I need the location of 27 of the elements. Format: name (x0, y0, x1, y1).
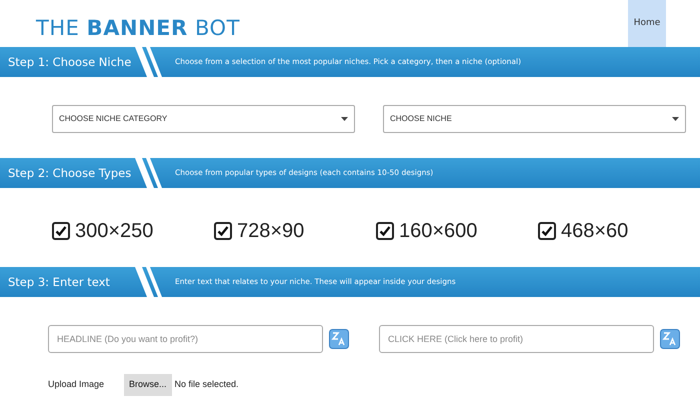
translate-icon[interactable] (660, 329, 680, 349)
checkbox[interactable] (52, 222, 70, 240)
type-label: 728×90 (237, 219, 304, 244)
logo[interactable]: THE BANNER BOT (36, 13, 240, 44)
type-label: 468×60 (561, 219, 628, 244)
checkbox[interactable] (376, 222, 394, 240)
checkbox[interactable] (538, 222, 556, 240)
text-field[interactable]: HEADLINE (Do you want to profit?) (48, 325, 323, 353)
stripes-icon (135, 158, 165, 188)
stripes-icon (135, 267, 165, 297)
nav-link[interactable]: Home (628, 0, 666, 47)
upload-label: Upload Image (48, 378, 106, 392)
stripes-icon (135, 47, 165, 77)
select-dropdown[interactable]: CHOOSE NICHE CATEGORY (52, 105, 355, 133)
select-dropdown[interactable]: CHOOSE NICHE (383, 105, 686, 133)
browse-button[interactable]: Browse... (124, 374, 172, 396)
type-label: 300×250 (75, 219, 154, 244)
step-title: Step 1: Choose Niche (8, 55, 132, 69)
step-title: Step 3: Enter text (8, 275, 110, 289)
type-label: 160×600 (399, 219, 478, 244)
translate-icon[interactable] (329, 329, 349, 349)
text-field[interactable]: CLICK HERE (Click here to profit) (379, 325, 654, 353)
file-status: No file selected. (174, 378, 239, 392)
step-title: Step 2: Choose Types (8, 166, 132, 180)
caret-icon (341, 117, 348, 121)
checkbox[interactable] (214, 222, 232, 240)
caret-icon (672, 117, 679, 121)
